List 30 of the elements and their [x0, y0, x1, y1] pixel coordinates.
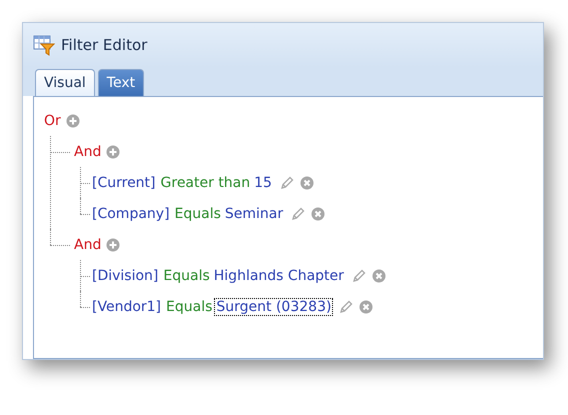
remove-icon[interactable]: [372, 268, 386, 282]
condition-value[interactable]: Highlands Chapter: [212, 266, 346, 284]
remove-icon[interactable]: [300, 176, 314, 190]
condition-operator[interactable]: Equals: [174, 206, 221, 222]
condition-value[interactable]: 15: [252, 174, 274, 192]
condition-value[interactable]: Surgent (03283): [214, 298, 334, 316]
pencil-icon[interactable]: [278, 174, 295, 190]
group-operator[interactable]: And: [74, 236, 102, 252]
pencil-icon[interactable]: [338, 298, 354, 314]
condition-operator[interactable]: Equals: [166, 298, 212, 314]
group-operator[interactable]: Or: [44, 112, 61, 128]
group-operator[interactable]: And: [74, 144, 102, 160]
window-title: Filter Editor: [61, 36, 148, 54]
tab[interactable]: Text: [98, 69, 144, 96]
condition-field[interactable]: [Current]: [92, 174, 156, 190]
condition-field[interactable]: [Company]: [92, 206, 170, 222]
tab[interactable]: Visual: [35, 69, 95, 96]
add-icon[interactable]: [106, 144, 120, 158]
add-icon[interactable]: [106, 238, 120, 252]
condition-operator[interactable]: Equals: [163, 268, 210, 284]
remove-icon[interactable]: [359, 300, 374, 314]
table-funnel-icon: [33, 34, 55, 56]
pencil-icon[interactable]: [290, 206, 306, 222]
add-icon[interactable]: [66, 114, 80, 128]
condition-field[interactable]: [Division]: [92, 268, 158, 284]
condition-operator[interactable]: Greater than: [160, 174, 250, 190]
condition-field[interactable]: [Vendor1]: [92, 298, 162, 314]
pencil-icon[interactable]: [350, 268, 367, 284]
condition-value[interactable]: Seminar: [222, 204, 286, 222]
remove-icon[interactable]: [311, 206, 326, 220]
